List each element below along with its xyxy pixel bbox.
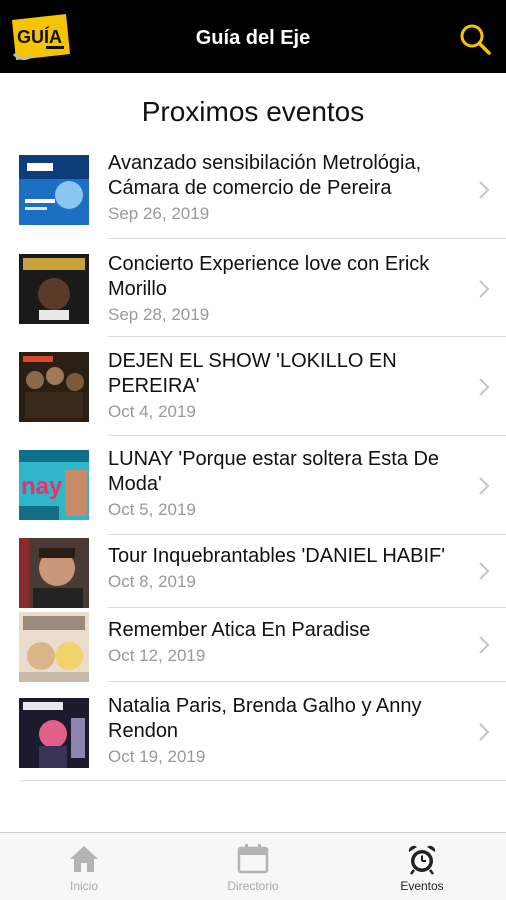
event-list: Avanzado sensibilación Metrológia, Cámar… [0, 140, 506, 781]
app-header: GUÍA Guía del Eje [0, 0, 506, 73]
event-title: DEJEN EL SHOW 'LOKILLO EN PEREIRA' [108, 350, 397, 397]
search-icon [460, 24, 491, 55]
event-date: Oct 5, 2019 [108, 500, 196, 519]
chevron-right-icon [479, 280, 490, 298]
event-date: Sep 28, 2019 [108, 305, 210, 324]
event-row[interactable]: Natalia Paris, Brenda Galho y Anny Rendo… [0, 682, 506, 781]
event-title: Remember Atica En Paradise [108, 619, 371, 641]
event-thumbnail: nay [19, 450, 89, 520]
event-date: Oct 19, 2019 [108, 747, 206, 766]
tab-inicio[interactable]: Inicio [0, 833, 168, 900]
tab-label: Eventos [400, 879, 444, 893]
calendar-icon [237, 844, 269, 874]
section-title: Proximos eventos [141, 96, 365, 127]
chevron-right-icon [479, 723, 490, 741]
event-row[interactable]: Concierto Experience love con Erick Mori… [0, 239, 506, 337]
alarm-clock-icon [408, 845, 436, 875]
event-title: Avanzado sensibilación Metrológia, Cámar… [108, 152, 422, 199]
tab-directorio[interactable]: Directorio [169, 833, 337, 900]
svg-text:nay: nay [21, 473, 63, 500]
event-date: Oct 8, 2019 [108, 572, 196, 591]
event-row[interactable]: Avanzado sensibilación Metrológia, Cámar… [0, 140, 506, 239]
event-title: LUNAY 'Porque estar soltera Esta De Moda… [108, 448, 440, 495]
event-thumbnail [19, 612, 89, 682]
tab-bar: Inicio Directorio Eventos [0, 832, 506, 900]
event-thumbnail [19, 254, 89, 324]
event-thumbnail [19, 155, 89, 225]
chevron-right-icon [479, 378, 490, 396]
chevron-right-icon [479, 477, 490, 495]
event-date: Sep 26, 2019 [108, 204, 210, 223]
tab-label: Inicio [69, 879, 98, 893]
chevron-right-icon [479, 562, 490, 580]
event-row[interactable]: nay LUNAY 'Porque estar soltera Esta De … [0, 436, 506, 535]
event-date: Oct 12, 2019 [108, 646, 206, 665]
chevron-right-icon [479, 636, 490, 654]
event-title: Concierto Experience love con Erick Mori… [108, 253, 430, 300]
event-thumbnail [19, 352, 89, 422]
event-row[interactable]: Tour Inquebrantables 'DANIEL HABIF' Oct … [0, 535, 506, 608]
event-date: Oct 4, 2019 [108, 402, 196, 421]
event-title: Natalia Paris, Brenda Galho y Anny Rendo… [108, 695, 422, 742]
event-thumbnail [19, 538, 89, 608]
event-thumbnail [19, 698, 89, 768]
page-title: Guía del Eje [195, 27, 311, 49]
row-divider [20, 780, 506, 781]
tab-eventos[interactable]: Eventos [338, 833, 506, 900]
event-row[interactable]: DEJEN EL SHOW 'LOKILLO EN PEREIRA' Oct 4… [0, 337, 506, 436]
event-row[interactable]: Remember Atica En Paradise Oct 12, 2019 [0, 608, 506, 682]
search-button[interactable] [458, 22, 492, 56]
home-icon [70, 846, 98, 872]
event-title: Tour Inquebrantables 'DANIEL HABIF' [108, 545, 446, 567]
tab-label: Directorio [227, 879, 279, 893]
chevron-right-icon [479, 181, 490, 199]
